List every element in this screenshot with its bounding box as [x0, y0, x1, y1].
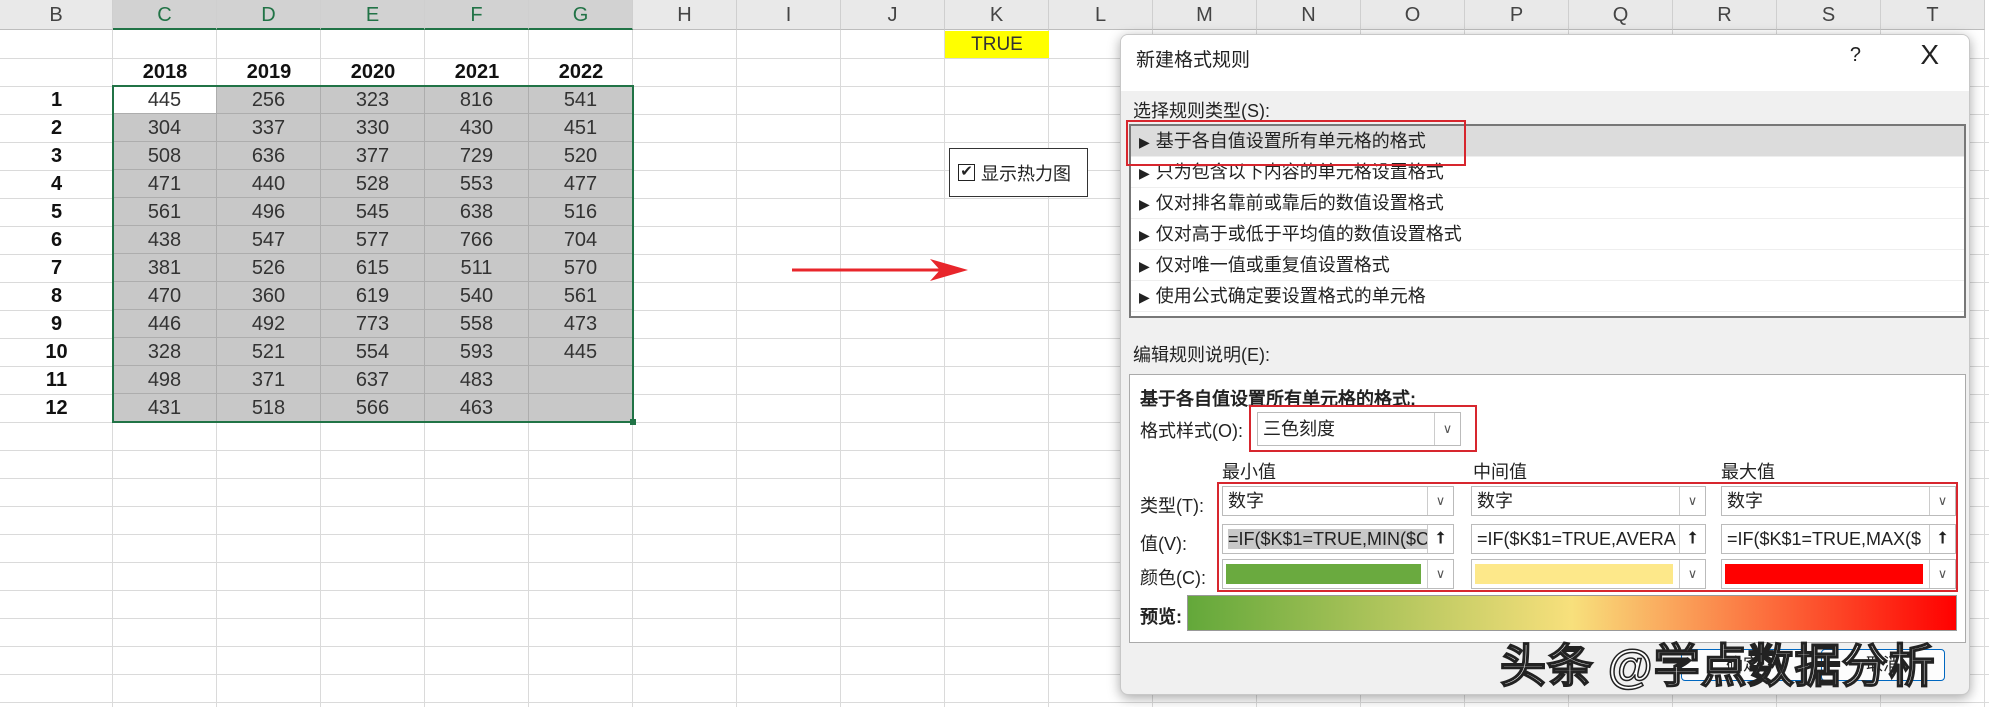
column-header-d[interactable]: D	[217, 0, 321, 30]
rule-type-label: 使用公式确定要设置格式的单元格	[1155, 286, 1426, 306]
row-label: 12	[45, 397, 68, 419]
year-header: 2018	[142, 61, 188, 83]
column-header-n[interactable]: N	[1257, 0, 1361, 30]
row-label: 5	[50, 201, 63, 223]
help-button[interactable]: ?	[1850, 44, 1861, 67]
format-style-label: 格式样式(O):	[1140, 421, 1243, 441]
column-header-s[interactable]: S	[1777, 0, 1881, 30]
column-header-j[interactable]: J	[841, 0, 945, 30]
highlight-box	[1217, 482, 1958, 592]
column-gridline	[1984, 30, 1985, 707]
type-label: 类型(T):	[1140, 496, 1204, 516]
dialog-titlebar: 新建格式规则 ? X	[1121, 35, 1969, 91]
row-label: 6	[50, 229, 63, 251]
column-header-o[interactable]: O	[1361, 0, 1465, 30]
rule-type-item[interactable]: ▶ 使用公式确定要设置格式的单元格	[1131, 281, 1964, 312]
year-header: 2019	[246, 61, 292, 83]
row-gridline	[0, 702, 1989, 703]
row-label: 2	[50, 117, 63, 139]
column-header-g[interactable]: G	[529, 0, 633, 30]
rule-type-label: 仅对唯一值或重复值设置格式	[1155, 255, 1390, 275]
rule-description-group: 基于各自值设置所有单元格的格式: 格式样式(O): 三色刻度 ∨ 最小值 中间值…	[1129, 374, 1966, 643]
checkbox-label: 显示热力图	[981, 163, 1071, 184]
rule-type-item[interactable]: ▶ 仅对高于或低于平均值的数值设置格式	[1131, 219, 1964, 250]
row-label: 8	[50, 285, 63, 307]
triangle-right-icon: ▶	[1139, 165, 1150, 181]
highlight-box	[1249, 405, 1477, 452]
row-label: 10	[45, 341, 68, 363]
rule-type-item[interactable]: ▶ 仅对排名靠前或靠后的数值设置格式	[1131, 188, 1964, 219]
highlight-box	[1126, 120, 1466, 166]
column-header-k[interactable]: K	[945, 0, 1049, 30]
red-arrow-icon	[792, 259, 968, 281]
selection-range	[112, 85, 634, 423]
fill-handle[interactable]	[630, 419, 636, 425]
triangle-right-icon: ▶	[1139, 258, 1150, 274]
close-button[interactable]: X	[1920, 39, 1939, 71]
year-header: 2020	[350, 61, 396, 83]
triangle-right-icon: ▶	[1139, 196, 1150, 212]
rule-type-label: 仅对高于或低于平均值的数值设置格式	[1155, 224, 1462, 244]
row-label: 3	[50, 145, 63, 167]
column-header-i[interactable]: I	[737, 0, 841, 30]
heatmap-checkbox[interactable]: ✔ 显示热力图	[949, 148, 1088, 197]
row-label: 7	[50, 257, 63, 279]
checkbox-checkmark-icon[interactable]: ✔	[958, 164, 975, 181]
value-label: 值(V):	[1140, 534, 1187, 554]
year-header: 2022	[558, 61, 604, 83]
rule-type-item[interactable]: ▶ 仅对唯一值或重复值设置格式	[1131, 250, 1964, 281]
column-gridline	[736, 30, 737, 707]
min-column-label: 最小值	[1222, 462, 1276, 482]
column-header-e[interactable]: E	[321, 0, 425, 30]
column-header-b[interactable]: B	[0, 0, 113, 30]
column-header-t[interactable]: T	[1881, 0, 1985, 30]
column-gridline	[840, 30, 841, 707]
column-gridline	[1048, 30, 1049, 707]
row-label: 4	[50, 173, 63, 195]
row-label: 1	[50, 89, 63, 111]
preview-label: 预览:	[1140, 607, 1182, 627]
column-header-r[interactable]: R	[1673, 0, 1777, 30]
cell-k1[interactable]: TRUE	[945, 31, 1049, 58]
column-header-p[interactable]: P	[1465, 0, 1569, 30]
triangle-right-icon: ▶	[1139, 289, 1150, 305]
color-label: 颜色(C):	[1140, 568, 1206, 588]
new-format-rule-dialog: 新建格式规则 ? X 选择规则类型(S): ▶ 基于各自值设置所有单元格的格式 ▶ 只…	[1120, 34, 1970, 695]
column-header-c[interactable]: C	[113, 0, 217, 30]
column-header-q[interactable]: Q	[1569, 0, 1673, 30]
column-header-m[interactable]: M	[1153, 0, 1257, 30]
column-header-h[interactable]: H	[633, 0, 737, 30]
edit-rule-label: 编辑规则说明(E):	[1133, 345, 1270, 365]
column-gridline	[944, 30, 945, 707]
column-header-f[interactable]: F	[425, 0, 529, 30]
rule-type-label: 仅对排名靠前或靠后的数值设置格式	[1155, 193, 1444, 213]
year-header: 2021	[454, 61, 500, 83]
max-column-label: 最大值	[1721, 462, 1775, 482]
column-header-l[interactable]: L	[1049, 0, 1153, 30]
dialog-title: 新建格式规则	[1136, 50, 1251, 71]
mid-column-label: 中间值	[1473, 462, 1527, 482]
triangle-right-icon: ▶	[1139, 227, 1150, 243]
row-label: 11	[45, 369, 68, 391]
row-label: 9	[50, 313, 63, 335]
watermark: 头条 @学点数据分析	[1499, 639, 1936, 693]
color-scale-preview	[1187, 595, 1957, 631]
